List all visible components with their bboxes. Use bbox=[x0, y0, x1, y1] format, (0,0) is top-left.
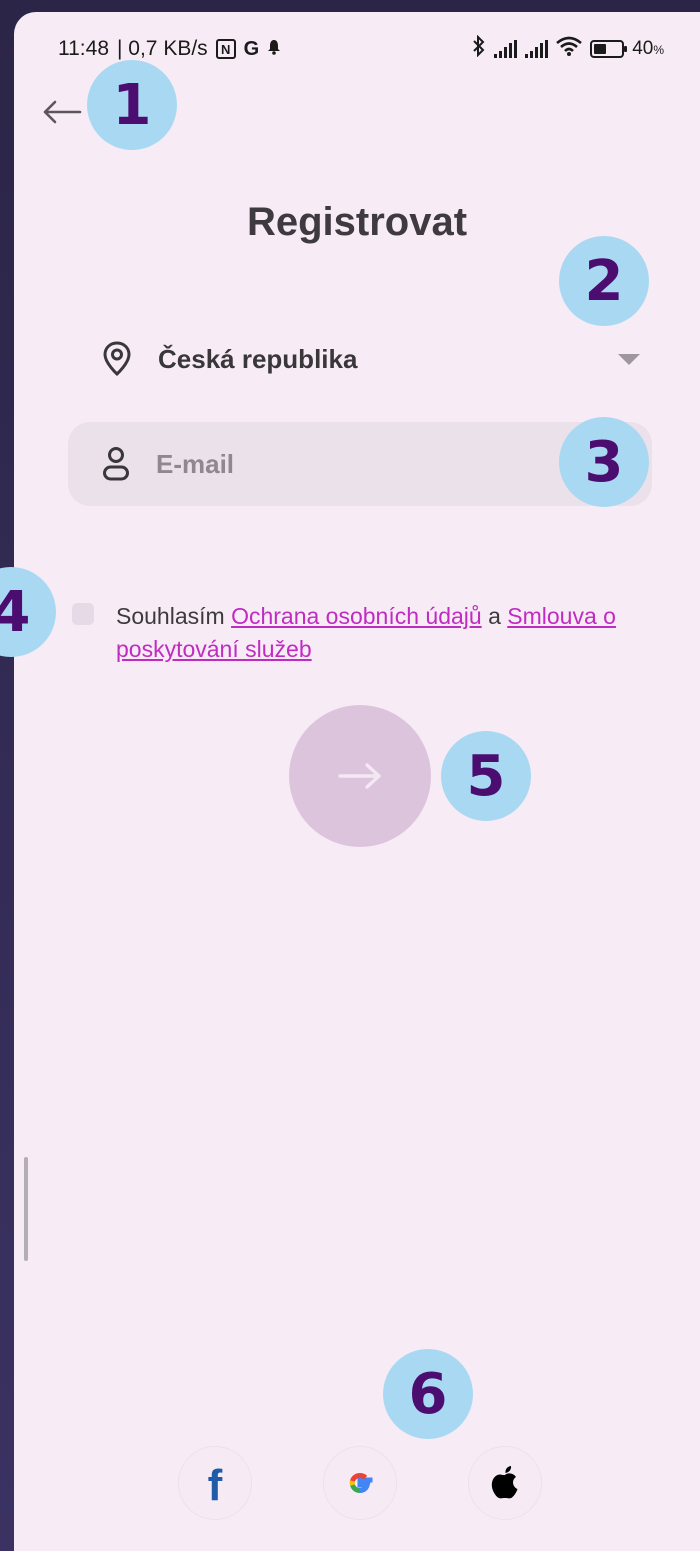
annotation-badge-6: 6 bbox=[383, 1349, 473, 1439]
wifi-icon bbox=[556, 36, 583, 62]
bluetooth-icon bbox=[472, 34, 486, 63]
signal-icon bbox=[494, 40, 518, 58]
status-network-speed: | 0,7 KB/s bbox=[117, 37, 208, 60]
chevron-down-icon bbox=[618, 353, 640, 365]
privacy-policy-link[interactable]: Ochrana osobních údajů bbox=[231, 603, 482, 629]
consent-row: Souhlasím Ochrana osobních údajů a Smlou… bbox=[72, 600, 662, 666]
consent-checkbox[interactable] bbox=[72, 603, 94, 625]
signal-icon-2 bbox=[525, 40, 549, 58]
apple-icon bbox=[491, 1466, 518, 1499]
location-pin-icon bbox=[103, 341, 131, 377]
consent-text: Souhlasím Ochrana osobních údajů a Smlou… bbox=[116, 600, 662, 666]
country-label: Česká republika bbox=[158, 343, 358, 374]
status-time: 11:48 bbox=[58, 37, 109, 60]
google-login-button[interactable] bbox=[323, 1446, 397, 1520]
notification-bell-icon bbox=[267, 37, 281, 61]
consent-conjunction: a bbox=[488, 603, 501, 629]
country-selector[interactable]: Česká republika bbox=[102, 334, 642, 384]
consent-prefix: Souhlasím bbox=[116, 603, 225, 629]
user-icon bbox=[103, 447, 129, 481]
facebook-icon: f bbox=[207, 1461, 223, 1510]
email-input[interactable] bbox=[154, 447, 558, 481]
google-status-icon: G bbox=[243, 37, 260, 60]
annotation-badge-1: 1 bbox=[87, 60, 177, 150]
annotation-badge-3: 3 bbox=[559, 417, 649, 507]
arrow-left-icon bbox=[43, 100, 82, 124]
next-button[interactable] bbox=[289, 705, 431, 847]
annotation-badge-5: 5 bbox=[441, 731, 531, 821]
scroll-indicator bbox=[24, 1157, 28, 1261]
battery-icon bbox=[590, 40, 628, 58]
social-login-row: f bbox=[14, 1446, 700, 1522]
annotation-badge-2: 2 bbox=[559, 236, 649, 326]
google-icon bbox=[349, 1472, 373, 1493]
status-bar: 11:48 | 0,7 KB/s N G 40% bbox=[58, 34, 664, 64]
nfc-icon: N bbox=[215, 39, 236, 59]
arrow-right-icon bbox=[338, 763, 381, 789]
back-button[interactable] bbox=[42, 92, 82, 132]
apple-login-button[interactable] bbox=[468, 1446, 542, 1520]
battery-percent: 40% bbox=[632, 38, 664, 59]
facebook-login-button[interactable]: f bbox=[178, 1446, 252, 1520]
